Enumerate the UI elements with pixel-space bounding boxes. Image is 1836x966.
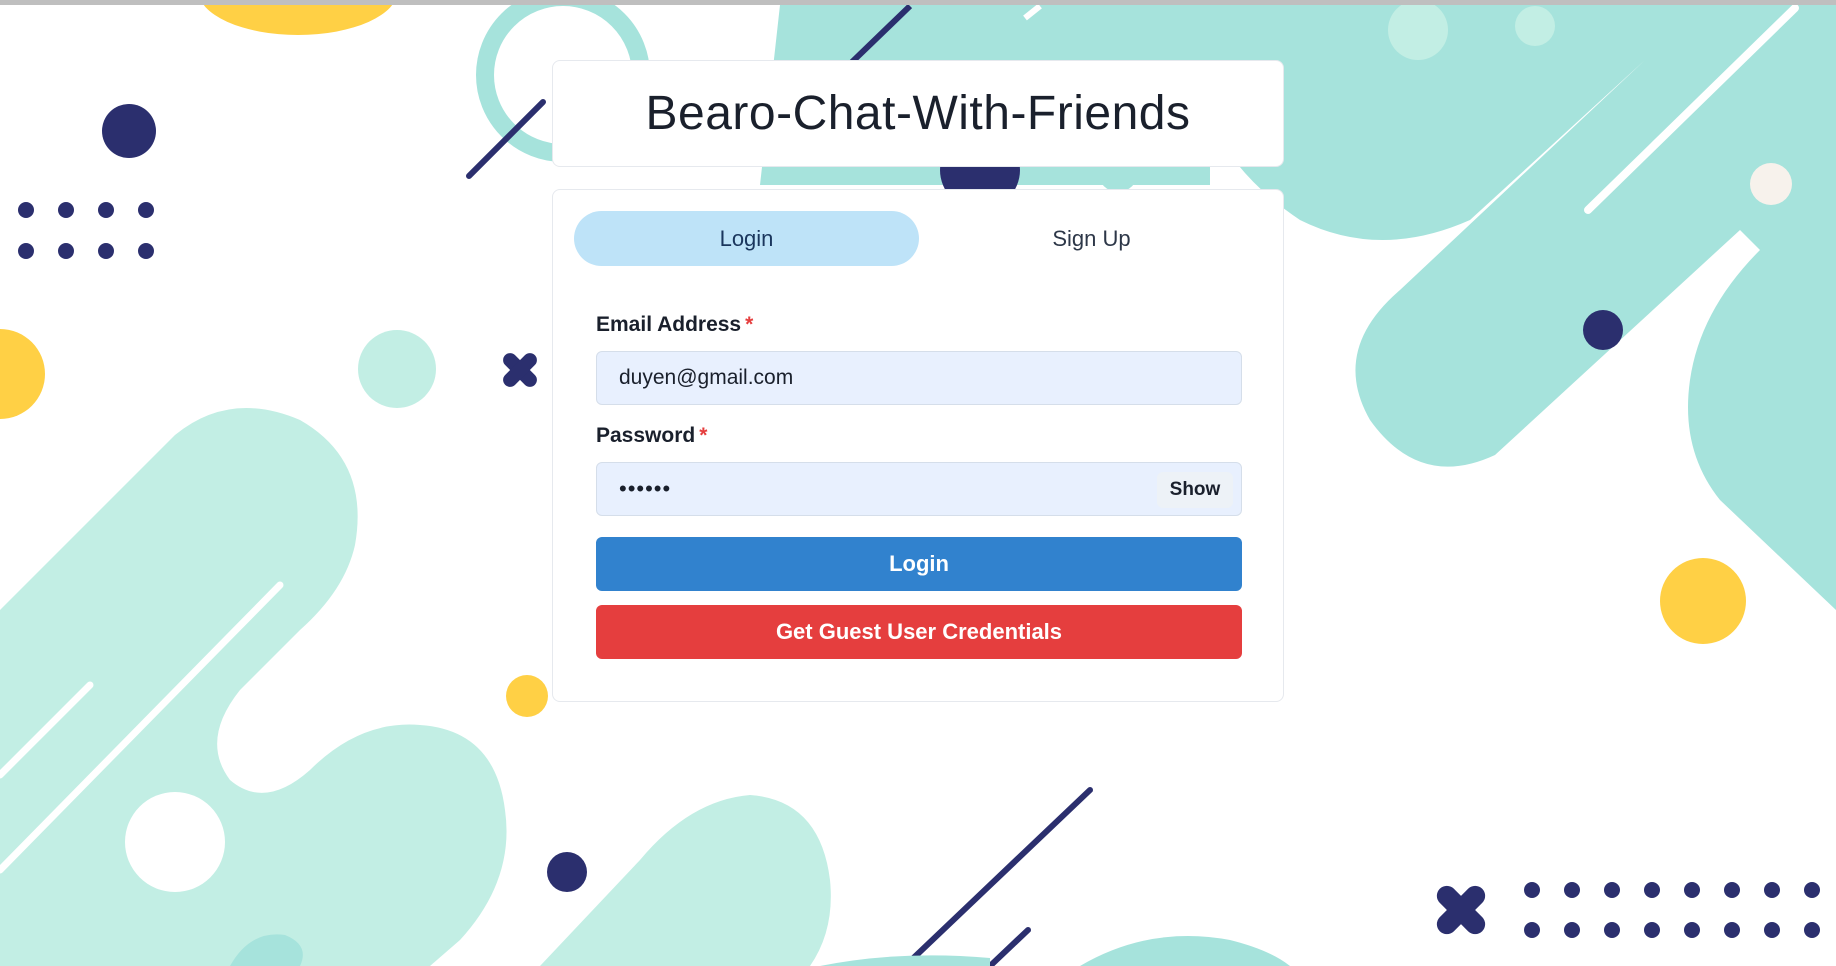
browser-top-edge bbox=[0, 0, 1836, 5]
guest-credentials-button[interactable]: Get Guest User Credentials bbox=[596, 605, 1242, 659]
password-value: •••••• bbox=[619, 476, 672, 501]
auth-card: Login Sign Up Email Address * duyen@gmail… bbox=[552, 189, 1284, 702]
show-password-button[interactable]: Show bbox=[1157, 472, 1233, 508]
required-marker: * bbox=[699, 424, 708, 447]
required-marker: * bbox=[745, 313, 754, 336]
email-label: Email Address * bbox=[596, 313, 753, 337]
login-button[interactable]: Login bbox=[596, 537, 1242, 591]
app-title: Bearo-Chat-With-Friends bbox=[645, 87, 1191, 140]
password-field[interactable]: •••••• Show bbox=[596, 462, 1242, 516]
tab-sign-up[interactable]: Sign Up bbox=[919, 211, 1264, 266]
email-field[interactable]: duyen@gmail.com bbox=[596, 351, 1242, 405]
email-value: duyen@gmail.com bbox=[619, 366, 794, 389]
app-title-card: Bearo-Chat-With-Friends bbox=[552, 60, 1284, 167]
password-label-text: Password bbox=[596, 424, 696, 447]
password-label: Password * bbox=[596, 424, 707, 448]
auth-tabs: Login Sign Up bbox=[574, 211, 1264, 266]
email-label-text: Email Address bbox=[596, 313, 742, 336]
tab-login[interactable]: Login bbox=[574, 211, 919, 266]
